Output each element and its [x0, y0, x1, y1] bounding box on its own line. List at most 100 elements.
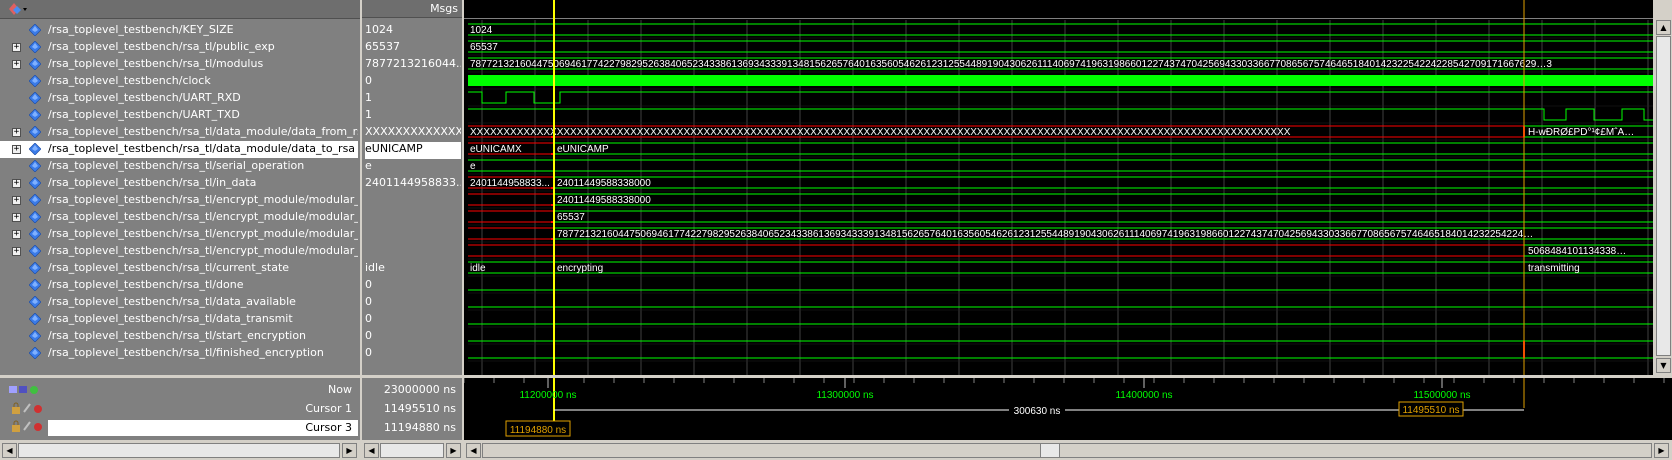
expand-icon[interactable]: + — [12, 60, 21, 69]
signal-name: /rsa_toplevel_testbench/rsa_tl/modulus — [48, 57, 264, 70]
signal-row[interactable]: /rsa_toplevel_testbench/UART_RXD — [0, 90, 358, 107]
names-header — [0, 0, 360, 19]
signal-value: e — [365, 159, 372, 172]
wave-tool-icon[interactable] — [6, 1, 28, 17]
cursor1-label[interactable]: Cursor 1 — [305, 402, 352, 415]
signal-diamond-icon — [29, 211, 41, 223]
expand-icon[interactable]: + — [12, 247, 21, 256]
signal-row[interactable]: /rsa_toplevel_testbench/rsa_tl/serial_op… — [0, 158, 358, 175]
signal-row[interactable]: /rsa_toplevel_testbench/rsa_tl/done — [0, 277, 358, 294]
signal-name: /rsa_toplevel_testbench/rsa_tl/done — [48, 278, 244, 291]
expand-icon[interactable]: + — [12, 230, 21, 239]
cursor-names-pane: Now Cursor 1 Cursor 3 — [0, 378, 360, 440]
signal-value — [365, 210, 461, 227]
signal-diamond-icon — [29, 228, 41, 240]
expand-icon[interactable]: + — [12, 43, 21, 52]
signal-diamond-icon — [29, 92, 41, 104]
names-scroll-right-icon[interactable]: ▶ — [342, 443, 357, 458]
signal-name: /rsa_toplevel_testbench/rsa_tl/serial_op… — [48, 159, 305, 172]
signal-value: 0 — [365, 312, 372, 325]
signal-row[interactable]: /rsa_toplevel_testbench/rsa_tl/data_avai… — [0, 294, 358, 311]
modulus-wave-value: 7877213216044750694617742279829526384065… — [470, 59, 1552, 70]
values-header: Msgs — [362, 0, 462, 18]
signal-value: 1024 — [365, 23, 393, 36]
signal-row[interactable]: /rsa_toplevel_testbench/rsa_tl/start_enc… — [0, 328, 358, 345]
wave-scroll-track[interactable] — [482, 443, 1652, 458]
values-scroll-left-icon[interactable]: ◀ — [364, 443, 379, 458]
signal-name: /rsa_toplevel_testbench/rsa_tl/public_ex… — [48, 40, 275, 53]
signal-name: /rsa_toplevel_testbench/rsa_tl/encrypt_m… — [48, 193, 358, 206]
cursor1-lock-icon[interactable] — [12, 402, 52, 416]
signal-value — [365, 244, 461, 261]
signal-name: /rsa_toplevel_testbench/KEY_SIZE — [48, 23, 234, 36]
timeline-canvas[interactable]: 11200000 ns 11300000 ns 11400000 ns 1150000… — [464, 378, 1672, 440]
expand-icon[interactable]: + — [12, 128, 21, 137]
signal-diamond-icon — [29, 194, 41, 206]
vertical-scroll-thumb[interactable] — [1656, 36, 1671, 356]
signal-row[interactable]: + /rsa_toplevel_testbench/rsa_tl/encrypt_… — [0, 243, 358, 260]
signal-row[interactable]: + /rsa_toplevel_testbench/rsa_tl/in_data — [0, 175, 358, 192]
cursor3-label[interactable]: Cursor 3 — [305, 421, 352, 434]
signal-row[interactable]: + /rsa_toplevel_testbench/rsa_tl/encrypt_… — [0, 209, 358, 226]
signal-value: 1 — [365, 91, 372, 104]
signal-value — [365, 193, 461, 210]
signal-diamond-icon — [29, 347, 41, 359]
signal-diamond-icon — [29, 177, 41, 189]
signal-diamond-icon — [29, 41, 41, 53]
wave-scroll-left-icon[interactable]: ◀ — [466, 443, 481, 458]
wave-scroll-thumb[interactable] — [1040, 443, 1060, 458]
signal-name: /rsa_toplevel_testbench/rsa_tl/encrypt_m… — [48, 244, 358, 257]
cursor-3-flag-label: 11194880 ns — [510, 425, 566, 436]
now-icon — [9, 386, 38, 394]
signal-row[interactable]: + /rsa_toplevel_testbench/rsa_tl/encrypt_… — [0, 226, 358, 243]
signal-name: /rsa_toplevel_testbench/rsa_tl/finished_… — [48, 346, 324, 359]
signal-row[interactable]: /rsa_toplevel_testbench/rsa_tl/current_s… — [0, 260, 358, 277]
signal-row[interactable]: + /rsa_toplevel_testbench/rsa_tl/public_e… — [0, 39, 358, 56]
names-scroll-left-icon[interactable]: ◀ — [2, 443, 17, 458]
signal-row[interactable]: + /rsa_toplevel_testbench/rsa_tl/modulus — [0, 56, 358, 73]
expand-icon[interactable]: + — [12, 213, 21, 222]
horizontal-scrollbars: ◀ ▶ ◀ ▶ ◀ ▶ — [0, 441, 1672, 460]
signal-row[interactable]: /rsa_toplevel_testbench/KEY_SIZE — [0, 22, 358, 39]
values-scroll-thumb[interactable] — [380, 443, 444, 458]
signal-name: /rsa_toplevel_testbench/rsa_tl/current_s… — [48, 261, 290, 274]
signal-value: 0 — [365, 74, 372, 87]
names-scroll-thumb[interactable] — [18, 443, 340, 458]
signal-names-pane: /rsa_toplevel_testbench/KEY_SIZE + /rsa_to… — [0, 0, 360, 375]
signal-row[interactable]: + /rsa_toplevel_testbench/rsa_tl/data_mod… — [0, 124, 358, 141]
expand-icon[interactable]: + — [12, 145, 21, 154]
modexp-a-wave-value: 24011449588338000 — [557, 195, 651, 206]
signal-diamond-icon — [29, 126, 41, 138]
signal-diamond-icon — [29, 160, 41, 172]
signal-diamond-icon — [29, 24, 41, 36]
signal-row[interactable]: /rsa_toplevel_testbench/clock — [0, 73, 358, 90]
in-data-wave-value: 24011449588338000 — [557, 178, 651, 189]
waveform-pane[interactable]: 1024 65537 7877213216044750694617742279829… — [464, 0, 1653, 375]
scroll-down-icon[interactable]: ▼ — [1656, 358, 1671, 373]
vertical-scrollbar[interactable]: ▲ ▼ — [1655, 0, 1672, 375]
signal-row[interactable]: + /rsa_toplevel_testbench/rsa_tl/data_mod… — [0, 141, 358, 158]
in-data-before-value: 2401144958833... — [470, 178, 550, 189]
signal-row[interactable]: + /rsa_toplevel_testbench/rsa_tl/encrypt_… — [0, 192, 358, 209]
signal-value: idle — [365, 261, 385, 274]
expand-icon[interactable]: + — [12, 179, 21, 188]
signal-row[interactable]: /rsa_toplevel_testbench/rsa_tl/finished_… — [0, 345, 358, 362]
signal-value: 1 — [365, 108, 372, 121]
scroll-up-icon[interactable]: ▲ — [1656, 20, 1671, 35]
expand-icon[interactable]: + — [12, 196, 21, 205]
signal-name: /rsa_toplevel_testbench/UART_TXD — [48, 108, 240, 121]
signal-name: /rsa_toplevel_testbench/rsa_tl/data_tran… — [48, 312, 293, 325]
timeline-pane[interactable]: 11200000 ns 11300000 ns 11400000 ns 1150000… — [464, 378, 1672, 440]
signal-diamond-icon — [29, 262, 41, 274]
waveform-canvas[interactable]: 1024 65537 7877213216044750694617742279829… — [464, 0, 1653, 375]
signal-value: XXXXXXXXXXXXX... — [365, 125, 461, 138]
signal-row[interactable]: /rsa_toplevel_testbench/rsa_tl/data_tran… — [0, 311, 358, 328]
cursor3-lock-icon[interactable] — [12, 420, 52, 434]
wave-scroll-right-icon[interactable]: ▶ — [1654, 443, 1669, 458]
clock-trace — [468, 75, 1653, 86]
signal-name: /rsa_toplevel_testbench/rsa_tl/data_avai… — [48, 295, 296, 308]
signal-diamond-icon — [29, 75, 41, 87]
signal-row[interactable]: /rsa_toplevel_testbench/UART_TXD — [0, 107, 358, 124]
values-scroll-right-icon[interactable]: ▶ — [446, 443, 461, 458]
signal-name: /rsa_toplevel_testbench/rsa_tl/in_data — [48, 176, 257, 189]
